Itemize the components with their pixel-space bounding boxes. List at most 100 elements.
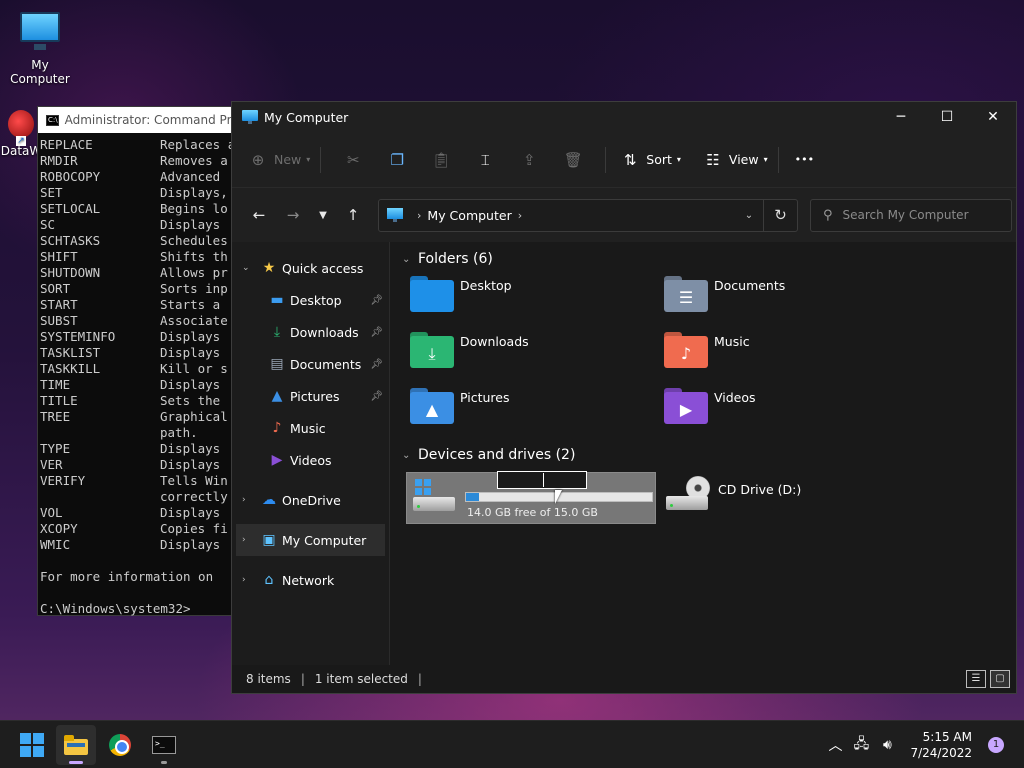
sort-button[interactable]: ⇅ Sort ▾: [620, 144, 681, 176]
sidebar-item-downloads[interactable]: ⤓ Downloads 📌︎: [232, 316, 389, 348]
maximize-button[interactable]: ☐: [924, 102, 970, 132]
folder-name: Videos: [714, 390, 756, 405]
sidebar-item-desktop[interactable]: ▬ Desktop 📌︎: [232, 284, 389, 316]
close-button[interactable]: ✕: [970, 102, 1016, 132]
recent-locations-button[interactable]: ▼: [310, 210, 336, 221]
navigation-pane: ⌄ ★ Quick access ▬ Desktop 📌︎ ⤓ Download…: [232, 242, 390, 666]
address-dropdown-button[interactable]: ⌄: [735, 210, 763, 221]
rename-button[interactable]: ⌶: [475, 144, 495, 176]
cmd-description: path.: [160, 425, 198, 440]
cmd-line: VER Displays: [40, 457, 236, 473]
cmd-line: SORT Sorts inp: [40, 281, 236, 297]
back-button[interactable]: ←: [242, 206, 276, 224]
cmd-description: Graphical: [160, 409, 228, 424]
volume-icon[interactable]: 🔊︎: [874, 737, 900, 753]
minimize-button[interactable]: ─: [878, 102, 924, 132]
sidebar-item-onedrive[interactable]: › ☁ OneDrive: [232, 484, 389, 516]
desktop-icon-dataw[interactable]: ↗ DataW: [0, 108, 42, 158]
pin-icon[interactable]: 📌︎: [370, 327, 383, 338]
chevron-down-icon[interactable]: ⌄: [242, 263, 256, 273]
sidebar-item-network[interactable]: › ⌂ Network: [232, 564, 389, 596]
refresh-button[interactable]: ↻: [763, 199, 797, 231]
sidebar-item-label: Videos: [290, 452, 332, 468]
mouse-pointer-icon: [555, 490, 562, 504]
cmd-title: Administrator: Command Prompt: [64, 113, 236, 127]
chevron-right-icon[interactable]: ›: [417, 209, 421, 222]
notification-badge[interactable]: 1: [988, 736, 1004, 753]
up-button[interactable]: ↑: [336, 206, 370, 224]
clock[interactable]: 5:15 AM 7/24/2022: [910, 729, 972, 761]
cmd-output[interactable]: REPLACE Replaces a RMDIR Removes a ROBOCOPY A…: [38, 133, 236, 617]
cmd-command: SORT: [40, 281, 71, 296]
folder-videos[interactable]: ▶ Videos: [664, 384, 918, 440]
drives-section-header[interactable]: ⌄ Devices and drives (2): [398, 442, 1016, 468]
cut-button[interactable]: ✂: [343, 144, 363, 176]
pin-icon[interactable]: 📌︎: [370, 295, 383, 306]
taskbar-file-explorer[interactable]: [56, 724, 96, 765]
start-button[interactable]: [12, 725, 52, 765]
chevron-right-icon[interactable]: ›: [242, 575, 256, 585]
sidebar-item-documents[interactable]: ▤ Documents 📌︎: [232, 348, 389, 380]
videos-folder-icon: ▶: [664, 388, 708, 424]
sidebar-item-music[interactable]: ♪ Music: [232, 412, 389, 444]
details-view-button[interactable]: ☰: [966, 670, 986, 688]
cmd-command: SCHTASKS: [40, 233, 101, 248]
cmd-line: For more information on: [40, 569, 236, 585]
plus-circle-icon: ⊕: [251, 150, 265, 169]
new-button[interactable]: ⊕ New ▾: [248, 144, 311, 176]
file-explorer-window[interactable]: My Computer ─ ☐ ✕ ⊕ New ▾ ✂ ❐ 📋︎ ⌶ ⇪ 🗑︎ …: [231, 101, 1017, 694]
view-button[interactable]: ☷ View ▾: [703, 144, 767, 176]
chevron-right-icon[interactable]: ›: [242, 495, 256, 505]
desktop-icon-my-computer[interactable]: My Computer: [0, 8, 80, 86]
drive-c[interactable]: 14.0 GB free of 15.0 GB: [406, 471, 656, 524]
sidebar-item-label: OneDrive: [282, 492, 341, 508]
download-icon: ⤓: [273, 324, 281, 340]
copy-button[interactable]: ❐: [387, 144, 407, 176]
sidebar-item-label: My Computer: [282, 532, 367, 548]
taskbar-terminal[interactable]: >_: [144, 725, 184, 765]
breadcrumb-my-computer[interactable]: My Computer: [427, 208, 511, 223]
search-box[interactable]: ⚲: [810, 198, 1012, 232]
folders-section-header[interactable]: ⌄ Folders (6): [398, 246, 1016, 272]
command-prompt-window[interactable]: C:\ Administrator: Command Prompt REPLAC…: [37, 106, 237, 616]
sidebar-item-quick-access[interactable]: ⌄ ★ Quick access: [232, 252, 389, 284]
chevron-right-icon[interactable]: ›: [242, 535, 256, 545]
pin-icon[interactable]: 📌︎: [370, 391, 383, 402]
folder-desktop[interactable]: Desktop: [410, 272, 664, 328]
sidebar-item-label: Downloads: [290, 324, 359, 340]
content-pane[interactable]: ⌄ Folders (6) Desktop ☰ Documents ⤓ Download…: [390, 242, 1016, 666]
folder-music[interactable]: ♪ Music: [664, 328, 918, 384]
cmd-description: Starts a: [160, 297, 221, 312]
folder-downloads[interactable]: ⤓ Downloads: [410, 328, 664, 384]
cmd-description: Shifts th: [160, 249, 228, 264]
share-button[interactable]: ⇪: [519, 144, 539, 176]
cmd-description: Schedules: [160, 233, 228, 248]
more-options-button[interactable]: •••: [795, 144, 814, 176]
sidebar-item-pictures[interactable]: ▲ Pictures 📌︎: [232, 380, 389, 412]
address-bar[interactable]: › My Computer › ⌄ ↻: [378, 198, 798, 232]
sidebar-item-my-computer[interactable]: › ▣ My Computer: [236, 524, 385, 556]
network-icon[interactable]: 🖧︎: [848, 733, 874, 757]
explorer-titlebar[interactable]: My Computer ─ ☐ ✕: [232, 102, 1016, 132]
cmd-titlebar[interactable]: C:\ Administrator: Command Prompt: [38, 107, 236, 133]
forward-button[interactable]: →: [276, 206, 310, 224]
selection-count: 1 item selected: [314, 672, 408, 686]
sidebar-item-videos[interactable]: ▶ Videos: [232, 444, 389, 476]
chevron-down-icon[interactable]: ⌄: [402, 450, 418, 461]
paste-button[interactable]: 📋︎: [431, 144, 451, 176]
taskbar-chrome[interactable]: [100, 725, 140, 765]
chevron-right-icon[interactable]: ›: [518, 209, 522, 222]
sidebar-item-label: Quick access: [282, 260, 364, 276]
drive-d[interactable]: CD Drive (D:): [660, 472, 910, 524]
large-icons-view-button[interactable]: ▢: [990, 670, 1010, 688]
chevron-up-icon[interactable]: ︿: [822, 735, 848, 755]
chevron-down-icon[interactable]: ⌄: [402, 254, 418, 265]
rename-field[interactable]: [497, 471, 587, 489]
folder-pictures[interactable]: ▲ Pictures: [410, 384, 664, 440]
folder-documents[interactable]: ☰ Documents: [664, 272, 918, 328]
search-input[interactable]: [842, 208, 993, 222]
cmd-line: REPLACE Replaces a: [40, 137, 236, 153]
pin-icon[interactable]: 📌︎: [370, 359, 383, 370]
cmd-command: VER: [40, 457, 63, 472]
delete-button[interactable]: 🗑︎: [563, 144, 583, 176]
